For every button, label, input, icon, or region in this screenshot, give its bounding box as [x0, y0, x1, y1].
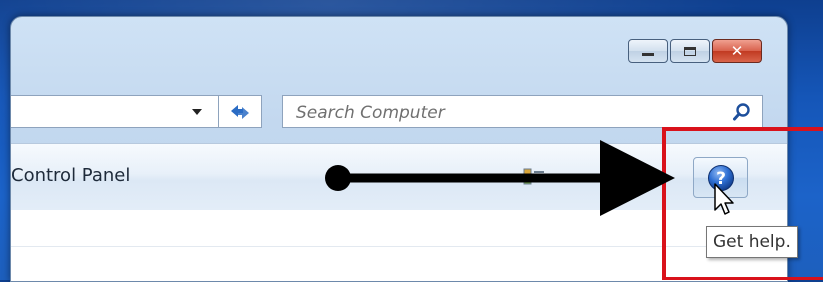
mouse-cursor-icon — [714, 183, 734, 215]
annotation-overlay — [325, 127, 823, 280]
tooltip: Get help. — [706, 226, 798, 258]
